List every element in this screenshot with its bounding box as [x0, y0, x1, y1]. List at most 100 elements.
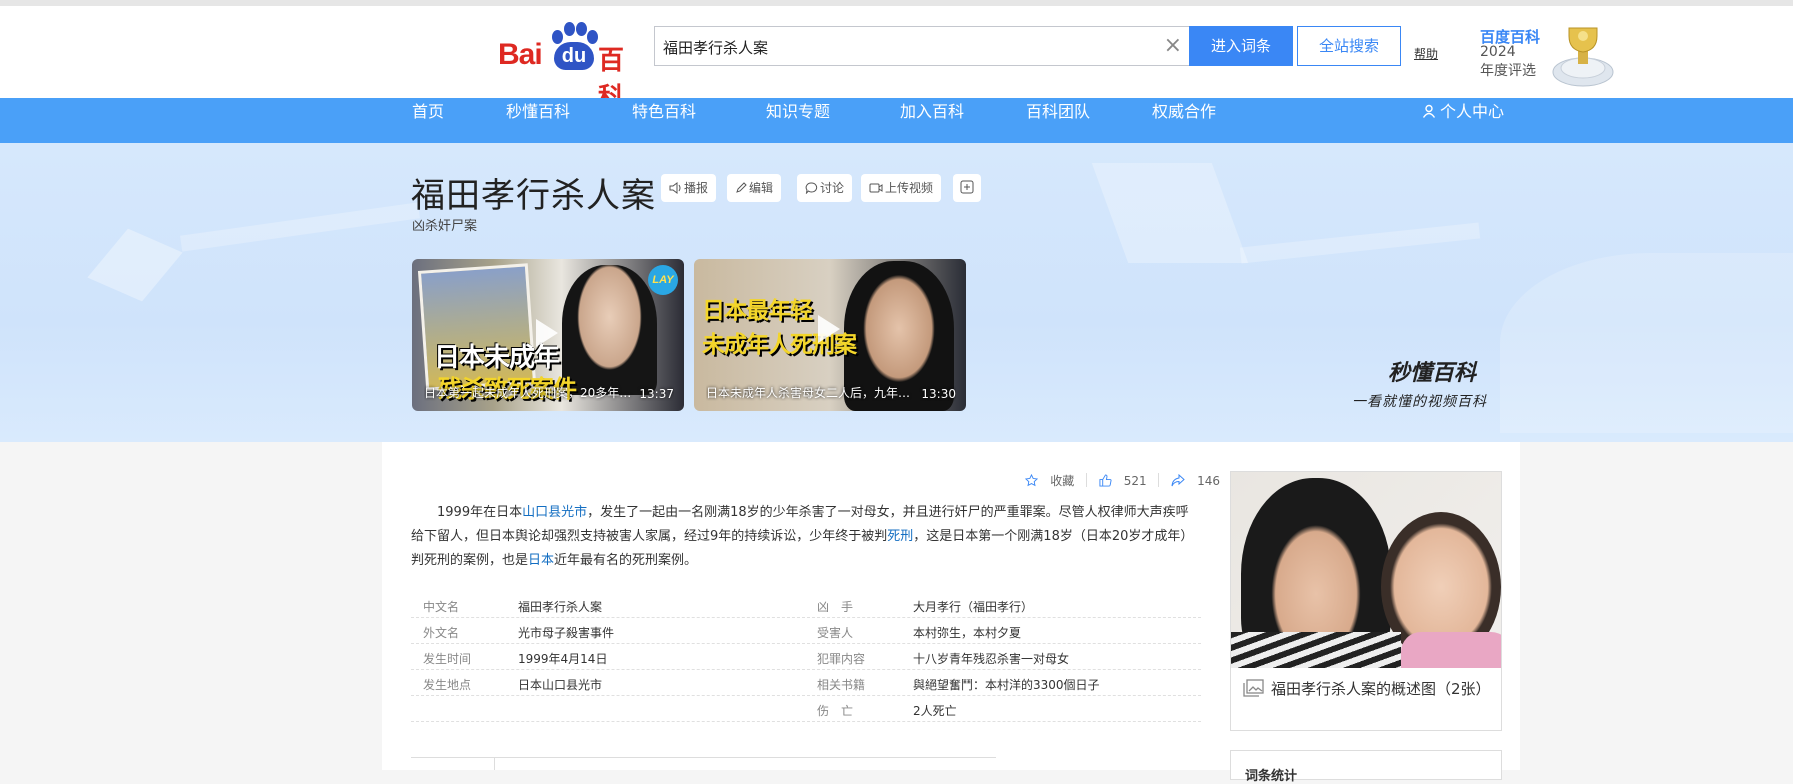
info-row: 发生时间 1999年4月14日 犯罪内容 十八岁青年残忍杀害一对母女 [411, 644, 1201, 670]
image-gallery-icon [1243, 679, 1264, 697]
link-yamaguchi-hikari[interactable]: 山口县光市 [522, 505, 587, 520]
header: Bai du 百科 × 进入词条 全站搜索 帮助 百度百科 2024 年度评选 [0, 6, 1793, 113]
info-row: 中文名 福田孝行杀人案 凶 手 大月孝行（福田孝行） [411, 592, 1201, 618]
video-card[interactable]: 日本最年轻 未成年人死刑案 日本未成年人杀害母女二人后，九年… 13:30 [694, 259, 966, 411]
logo-du-text: du [554, 42, 594, 70]
star-icon [1025, 473, 1039, 487]
info-label: 相关书籍 [817, 678, 866, 692]
plus-box-icon [960, 180, 974, 194]
discuss-button[interactable]: 讨论 [797, 174, 853, 202]
site-search-button[interactable]: 全站搜索 [1297, 26, 1401, 66]
info-label: 发生时间 [423, 652, 472, 666]
edit-button[interactable]: 编辑 [727, 174, 782, 202]
catalog-tab-line [411, 757, 996, 758]
link-death-penalty[interactable]: 死刑 [887, 529, 913, 544]
nav-item-featured[interactable]: 特色百科 [632, 98, 696, 143]
like-button[interactable]: 521 [1099, 474, 1147, 488]
nav-item-join[interactable]: 加入百科 [900, 98, 964, 143]
album-caption-text: 福田孝行杀人案的概述图（2张） [1271, 680, 1491, 698]
video-camera-icon [869, 183, 883, 193]
share-count: 146 [1197, 474, 1220, 488]
nav-item-topics[interactable]: 知识专题 [766, 98, 830, 143]
nav-item-miaodong[interactable]: 秒懂百科 [506, 98, 570, 143]
enter-entry-button[interactable]: 进入词条 [1189, 26, 1293, 66]
album-caption: 福田孝行杀人案的概述图（2张） [1243, 678, 1493, 700]
miaodong-logo[interactable]: 秒懂百科 [1388, 355, 1476, 387]
info-value: 2人死亡 [913, 704, 957, 718]
paw-icon: du [550, 22, 598, 72]
chat-bubble-icon [805, 182, 818, 195]
broadcast-label: 播报 [684, 181, 709, 195]
nav-item-authority[interactable]: 权威合作 [1152, 98, 1216, 143]
info-value: 本村弥生，本村夕夏 [913, 626, 1022, 640]
entry-banner: 福田孝行杀人案 凶杀奸尸案 播报 编辑 讨论 上传视频 LAY 日本未成年 残杀… [0, 143, 1793, 442]
info-label: 伤 亡 [817, 704, 854, 718]
video-caption-text: 日本未成年人杀害母女二人后，九年… [706, 386, 911, 400]
info-label: 中文名 [423, 600, 460, 614]
play-icon [536, 319, 558, 347]
info-value: 日本山口县光市 [518, 678, 603, 692]
summary-image-album[interactable]: 福田孝行杀人案的概述图（2张） [1230, 471, 1502, 731]
search-box: × [654, 26, 1190, 66]
upload-video-button[interactable]: 上传视频 [861, 174, 942, 202]
logo-bai-text: Bai [498, 38, 543, 71]
play-icon [818, 315, 840, 343]
info-value: 福田孝行杀人案 [518, 600, 603, 614]
main-nav: 首页 秒懂百科 特色百科 知识专题 加入百科 百科团队 权威合作 个人中心 [0, 98, 1793, 143]
video-caption: 日本第一起未成年人死刑案，20多年… 13:37 [424, 384, 674, 401]
entry-stats: 收藏 521 146 [1017, 472, 1220, 489]
nav-item-team[interactable]: 百科团队 [1026, 98, 1090, 143]
clear-icon[interactable]: × [1164, 34, 1182, 58]
share-button[interactable]: 146 [1171, 473, 1220, 488]
entry-summary: 1999年在日本山口县光市，发生了一起由一名刚满18岁的少年杀害了一对母女，并且… [411, 505, 1194, 568]
award-2024-badge[interactable]: 百度百科 2024 年度评选 [1480, 22, 1620, 92]
info-row: 发生地点 日本山口县光市 相关书籍 與絕望奮鬥：本村洋的3300個日子 [411, 670, 1201, 696]
favorite-label: 收藏 [1050, 474, 1075, 488]
miaodong-slogan: 一看就懂的视频百科 [1352, 394, 1487, 410]
video-overlay-title: 日本最年轻 [702, 298, 813, 324]
pencil-icon [736, 182, 747, 193]
share-icon [1171, 473, 1186, 487]
catalog-tab[interactable] [411, 757, 495, 770]
info-label: 外文名 [423, 626, 460, 640]
personal-center-label: 个人中心 [1440, 102, 1505, 121]
favorite-button[interactable]: 收藏 [1025, 472, 1074, 489]
broadcast-button[interactable]: 播报 [661, 174, 717, 202]
edit-label: 编辑 [749, 181, 774, 195]
video-badge: LAY [648, 265, 678, 295]
entry-statistics-box: 词条统计 [1230, 750, 1502, 784]
info-value: 與絕望奮鬥：本村洋的3300個日子 [913, 678, 1100, 692]
user-icon [1422, 104, 1436, 118]
help-link[interactable]: 帮助 [1414, 45, 1438, 62]
upload-video-label: 上传视频 [885, 181, 934, 195]
info-row: 外文名 光市母子殺害事件 受害人 本村弥生，本村夕夏 [411, 618, 1201, 644]
video-thumbnail-face [562, 265, 657, 395]
info-label: 受害人 [817, 626, 854, 640]
add-button[interactable] [953, 174, 981, 202]
search-input[interactable] [663, 35, 1143, 59]
info-row: 伤 亡 2人死亡 [411, 696, 1201, 722]
info-label: 犯罪内容 [817, 652, 866, 666]
video-duration: 13:37 [639, 387, 674, 401]
award-label: 年度评选 [1480, 63, 1536, 79]
baidu-baike-logo[interactable]: Bai du 百科 [498, 20, 643, 113]
video-card[interactable]: LAY 日本未成年 残杀致死案件 日本第一起未成年人死刑案，20多年… 13:3… [412, 259, 684, 411]
award-year: 2024 [1480, 44, 1516, 60]
video-caption-text: 日本第一起未成年人死刑案，20多年… [424, 386, 632, 400]
page-title: 福田孝行杀人案 [411, 176, 656, 216]
entry-statistics-title: 词条统计 [1245, 769, 1298, 784]
nav-item-home[interactable]: 首页 [412, 98, 444, 143]
album-photo [1231, 472, 1501, 668]
discuss-label: 讨论 [820, 181, 845, 195]
video-caption: 日本未成年人杀害母女二人后，九年… 13:30 [706, 384, 956, 401]
info-label: 凶 手 [817, 600, 854, 614]
info-value: 光市母子殺害事件 [518, 626, 615, 640]
info-label: 发生地点 [423, 678, 472, 692]
info-value: 十八岁青年残忍杀害一对母女 [913, 652, 1070, 666]
personal-center-link[interactable]: 个人中心 [1422, 98, 1504, 143]
link-japan[interactable]: 日本 [528, 553, 554, 568]
info-value: 1999年4月14日 [518, 652, 608, 666]
speaker-icon [669, 182, 681, 194]
like-count: 521 [1123, 474, 1147, 488]
video-duration: 13:30 [921, 387, 956, 401]
